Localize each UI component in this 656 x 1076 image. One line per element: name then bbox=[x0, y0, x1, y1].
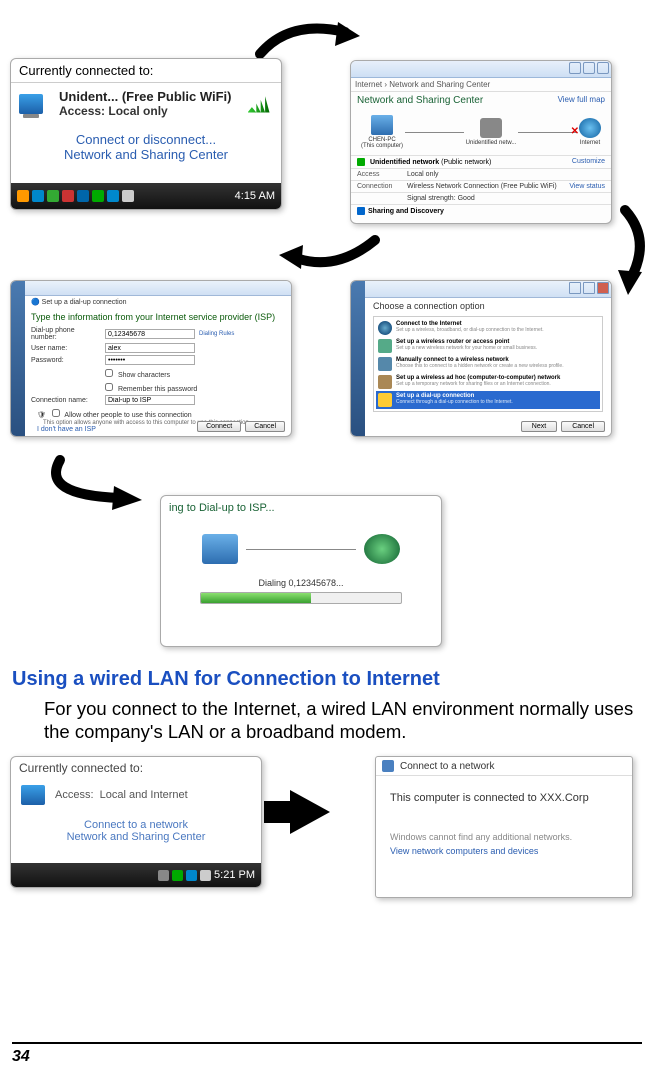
dialing-rules-link[interactable]: Dialing Rules bbox=[199, 331, 234, 337]
flow-arrow-3 bbox=[275, 225, 385, 281]
window-title: Network and Sharing Center View full map bbox=[351, 92, 611, 109]
connect-disconnect-link[interactable]: Connect or disconnect... bbox=[11, 132, 281, 147]
option-manual-wireless[interactable]: Manually connect to a wireless networkCh… bbox=[376, 355, 600, 373]
access-line: Access: Local only bbox=[59, 104, 232, 118]
network-name: Unident... (Free Public WiFi) bbox=[59, 89, 232, 104]
network-sharing-link[interactable]: Network and Sharing Center bbox=[11, 831, 261, 843]
transition-arrow-icon bbox=[290, 790, 330, 834]
globe-icon bbox=[364, 534, 400, 564]
password-input[interactable] bbox=[105, 355, 195, 365]
dialing-progress-screenshot: ing to Dial-up to ISP... Dialing 0,12345… bbox=[160, 495, 442, 647]
progress-bar bbox=[200, 592, 402, 604]
wizard-title: 🔵 Set up a dial-up connection bbox=[25, 296, 291, 308]
form-heading: Type the information from your Internet … bbox=[25, 308, 291, 326]
taskbar: 5:21 PM bbox=[11, 863, 261, 887]
view-status-link[interactable]: View status bbox=[569, 183, 605, 190]
vista-sidebar bbox=[351, 281, 365, 436]
section-paragraph: For you connect to the Internet, a wired… bbox=[44, 697, 642, 743]
network-map: CHEN-PC(This computer) Unidentified netw… bbox=[351, 109, 611, 155]
battery-icon bbox=[92, 190, 104, 202]
wired-popup-screenshot: Currently connected to: Access: Local an… bbox=[10, 756, 262, 888]
view-computers-link[interactable]: View network computers and devices bbox=[376, 846, 632, 856]
section-heading: Using a wired LAN for Connection to Inte… bbox=[12, 668, 640, 691]
clock: 4:15 AM bbox=[235, 190, 275, 202]
cancel-button[interactable]: Cancel bbox=[245, 421, 285, 432]
volume-icon bbox=[122, 190, 134, 202]
pc-icon bbox=[21, 785, 45, 805]
window-controls bbox=[351, 61, 611, 78]
clock: 5:21 PM bbox=[214, 869, 255, 881]
pc-icon bbox=[19, 94, 43, 114]
dialing-title: ing to Dial-up to ISP... bbox=[161, 496, 441, 520]
page-number: 34 bbox=[12, 1042, 642, 1066]
breadcrumb: Internet › Network and Sharing Center bbox=[351, 78, 611, 92]
cancel-button[interactable]: Cancel bbox=[561, 421, 605, 432]
vista-sidebar bbox=[11, 281, 25, 436]
phone-input[interactable] bbox=[105, 329, 195, 339]
volume-icon bbox=[200, 870, 211, 881]
globe-icon bbox=[378, 321, 392, 335]
network-icon bbox=[382, 760, 394, 772]
tray-icon bbox=[47, 190, 59, 202]
connection-line bbox=[246, 549, 356, 550]
dialup-form-screenshot: 🔵 Set up a dial-up connection Type the i… bbox=[10, 280, 292, 437]
titlebar bbox=[25, 281, 291, 296]
flow-arrow-4 bbox=[30, 450, 160, 520]
wifi-signal-icon bbox=[248, 95, 270, 113]
network-tray-icon bbox=[186, 870, 197, 881]
connect-network-link[interactable]: Connect to a network bbox=[11, 819, 261, 831]
taskbar: 4:15 AM bbox=[11, 183, 281, 209]
view-full-map-link[interactable]: View full map bbox=[558, 95, 605, 104]
shield-icon bbox=[357, 207, 365, 215]
customize-link[interactable]: Customize bbox=[572, 158, 605, 165]
dialog-title: Connect to a network bbox=[400, 761, 495, 772]
allow-others-checkbox[interactable] bbox=[52, 409, 60, 417]
globe-icon bbox=[579, 118, 601, 138]
connection-options-screenshot: Choose a connection option Connect to th… bbox=[350, 280, 612, 437]
titlebar bbox=[365, 281, 611, 298]
username-input[interactable] bbox=[105, 343, 195, 353]
connected-message: This computer is connected to XXX.Corp bbox=[376, 776, 632, 812]
tray-icon bbox=[32, 190, 44, 202]
tray-icon bbox=[77, 190, 89, 202]
tray-icon bbox=[158, 870, 169, 881]
show-chars-checkbox[interactable] bbox=[105, 369, 113, 377]
options-heading: Choose a connection option bbox=[365, 298, 611, 314]
dialing-status: Dialing 0,12345678... bbox=[161, 578, 441, 588]
connection-name-input[interactable] bbox=[105, 395, 195, 405]
close-icon[interactable] bbox=[597, 282, 609, 294]
no-networks-message: Windows cannot find any additional netwo… bbox=[376, 812, 632, 846]
disconnected-icon: ✕ bbox=[571, 126, 579, 137]
option-connect-internet[interactable]: Connect to the InternetSet up a wireless… bbox=[376, 319, 600, 337]
connect-button[interactable]: Connect bbox=[197, 421, 241, 432]
remember-pwd-checkbox[interactable] bbox=[105, 383, 113, 391]
tray-icon bbox=[17, 190, 29, 202]
network-sharing-center-screenshot: Internet › Network and Sharing Center Ne… bbox=[350, 60, 612, 224]
pc-icon bbox=[371, 115, 393, 135]
network-tray-icon bbox=[107, 190, 119, 202]
connected-to-label: Currently connected to: bbox=[11, 757, 261, 779]
ati-icon bbox=[62, 190, 74, 202]
access-line: Access: Local and Internet bbox=[55, 789, 188, 801]
option-dialup[interactable]: Set up a dial-up connectionConnect throu… bbox=[376, 391, 600, 409]
wireless-icon bbox=[378, 357, 392, 371]
adhoc-icon bbox=[378, 375, 392, 389]
next-button[interactable]: Next bbox=[521, 421, 557, 432]
connect-network-dialog-screenshot: Connect to a network This computer is co… bbox=[375, 756, 633, 898]
connected-to-label: Currently connected to: bbox=[11, 59, 281, 83]
wifi-popup-screenshot: Currently connected to: Unident... (Free… bbox=[10, 58, 282, 210]
option-adhoc[interactable]: Set up a wireless ad hoc (computer-to-co… bbox=[376, 373, 600, 391]
battery-icon bbox=[172, 870, 183, 881]
unidentified-network-icon bbox=[480, 118, 502, 138]
pc-icon bbox=[202, 534, 238, 564]
router-icon bbox=[378, 339, 392, 353]
option-wireless-router[interactable]: Set up a wireless router or access point… bbox=[376, 337, 600, 355]
shield-icon bbox=[357, 158, 365, 166]
phone-icon bbox=[378, 393, 392, 407]
network-sharing-link[interactable]: Network and Sharing Center bbox=[11, 147, 281, 162]
